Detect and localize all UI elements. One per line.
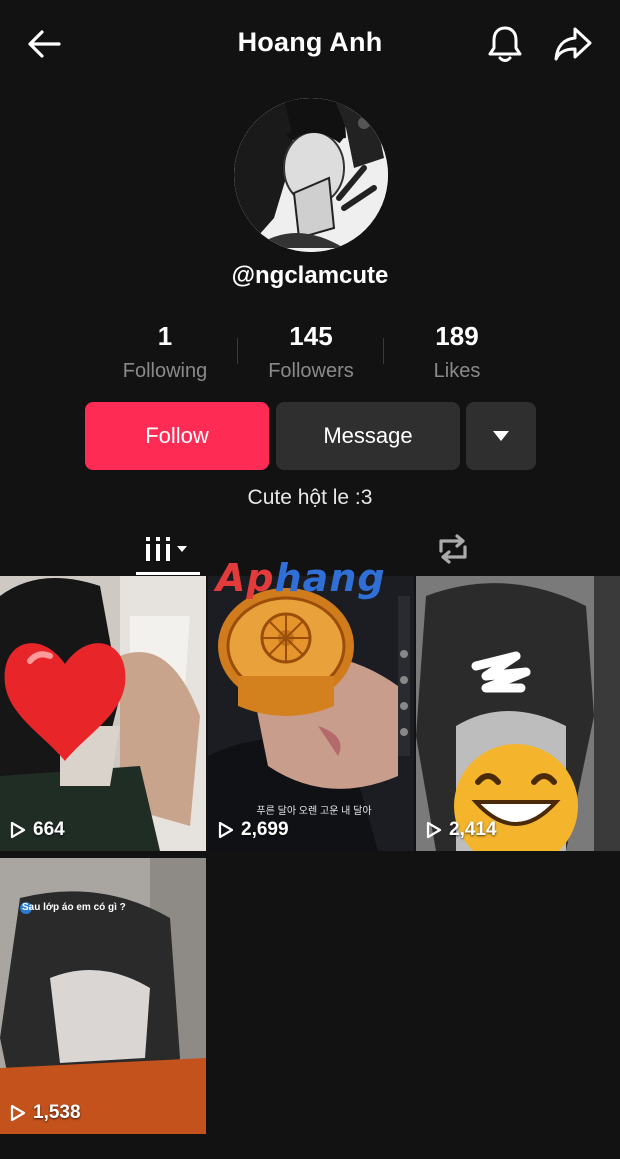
page-title: Hoang Anh xyxy=(237,27,383,57)
stat-value: 1 xyxy=(157,321,173,351)
stat-label: Followers xyxy=(268,360,354,382)
view-count: 2,414 xyxy=(425,819,497,841)
video-tile[interactable]: 푸른 달아 오렌 고운 내 달아 2,699 xyxy=(208,576,414,851)
watermark-logo: Aphang xyxy=(216,556,406,600)
stat-value: 145 xyxy=(289,321,333,351)
view-count: 2,699 xyxy=(217,819,289,841)
video-caption: Sau lớp áo em có gì ? xyxy=(22,902,126,913)
view-count-text: 664 xyxy=(33,819,65,840)
avatar[interactable] xyxy=(234,98,388,252)
share-arrow-icon xyxy=(554,27,592,61)
bio-text: Cute hột le :3 xyxy=(247,486,373,509)
watermark-part: hang xyxy=(274,556,386,600)
stat-following[interactable]: 1 Following xyxy=(92,320,238,383)
caret-down-icon xyxy=(493,431,509,441)
stat-label: Likes xyxy=(433,360,481,382)
video-thumbnail xyxy=(416,576,620,851)
repost-icon xyxy=(439,534,467,564)
video-tile[interactable]: Sau lớp áo em có gì ? 1,538 xyxy=(0,858,206,1134)
tab-videos[interactable] xyxy=(136,522,200,576)
play-icon xyxy=(10,821,26,839)
play-icon xyxy=(218,821,234,839)
share-button[interactable] xyxy=(550,22,596,66)
video-tile[interactable]: 664 xyxy=(0,576,206,851)
view-count-text: 2,414 xyxy=(449,819,497,840)
view-count-text: 2,699 xyxy=(241,819,289,840)
stat-followers[interactable]: 145 Followers xyxy=(238,320,384,383)
view-count-text: 1,538 xyxy=(33,1102,81,1123)
notification-button[interactable] xyxy=(484,22,526,66)
play-icon xyxy=(426,821,442,839)
back-arrow-icon xyxy=(28,30,61,58)
video-thumbnail xyxy=(0,576,206,851)
message-button[interactable]: Message xyxy=(276,402,460,470)
follow-button[interactable]: Follow xyxy=(85,402,269,470)
bell-icon xyxy=(488,26,522,62)
stat-likes[interactable]: 189 Likes xyxy=(384,320,530,383)
play-icon xyxy=(10,1104,26,1122)
stat-label: Following xyxy=(122,360,208,382)
profile-screen: Hoang Anh @ngclamcute 1 Following 145 Fo… xyxy=(0,0,620,1159)
video-thumbnail xyxy=(0,858,206,1134)
username: @ngclamcute xyxy=(231,262,389,289)
more-options-button[interactable] xyxy=(466,402,536,470)
top-bar: Hoang Anh xyxy=(0,0,620,90)
active-tab-indicator xyxy=(136,572,200,575)
video-tile[interactable]: 2,414 xyxy=(416,576,620,851)
video-caption: 푸른 달아 오렌 고운 내 달아 xyxy=(256,806,372,817)
back-button[interactable] xyxy=(22,24,66,64)
watermark-part: Ap xyxy=(216,556,275,600)
tab-reposts[interactable] xyxy=(420,522,486,576)
stat-value: 189 xyxy=(435,321,479,351)
view-count: 1,538 xyxy=(9,1102,81,1124)
view-count: 664 xyxy=(9,819,65,841)
grid-icon xyxy=(146,537,187,561)
